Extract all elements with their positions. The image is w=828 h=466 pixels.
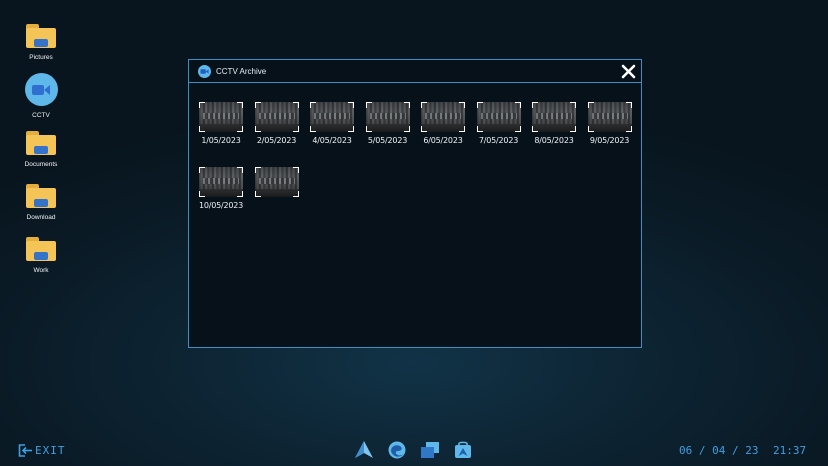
recording-thumbnail (587, 102, 632, 132)
exit-button[interactable]: EXIT (18, 444, 66, 457)
close-button[interactable] (619, 62, 637, 80)
taskbar-time: 21:37 (773, 444, 807, 457)
store-icon (455, 441, 471, 458)
recordings-grid: 1/05/2023 2/05/2023 4/05/2023 5/05/2023 (199, 102, 639, 210)
recording-date: 5/05/2023 (367, 136, 408, 145)
recording-date: 4/05/2023 (312, 136, 352, 145)
desktop-icon-documents[interactable]: Documents (18, 131, 64, 168)
window-title: CCTV Archive (216, 66, 267, 76)
recording-item[interactable]: 1/05/2023 (199, 102, 243, 145)
cctv-archive-window: CCTV Archive 1/05/2023 2/05/2023 4/05/20… (188, 59, 642, 348)
taskbar-date: 06 / 04 / 23 (679, 444, 759, 457)
app-launcher-button[interactable] (354, 440, 374, 460)
folder-icon (26, 184, 56, 208)
recording-thumbnail (476, 102, 521, 132)
recording-thumbnail (199, 167, 243, 197)
taskbar-apps (354, 440, 473, 460)
exit-icon (18, 444, 32, 457)
store-button[interactable] (453, 440, 473, 460)
folder-icon (26, 237, 56, 261)
recording-item[interactable]: 4/05/2023 (310, 102, 354, 145)
recording-thumbnail (310, 102, 354, 132)
recording-item[interactable]: 6/05/2023 (421, 102, 465, 145)
window-titlebar[interactable]: CCTV Archive (189, 60, 641, 83)
recording-date: 10/05/2023 (198, 201, 244, 210)
recording-thumbnail (254, 167, 299, 197)
folder-icon (26, 131, 56, 155)
app-launcher-icon (355, 441, 373, 458)
desktop-icon-pictures[interactable]: Pictures (18, 24, 64, 61)
recording-thumbnail (532, 102, 576, 132)
browser-button[interactable] (387, 440, 407, 460)
desktop-icon-work[interactable]: Work (18, 237, 64, 274)
recording-thumbnail (254, 102, 299, 132)
recording-item[interactable]: 7/05/2023 (476, 102, 521, 145)
recording-date: 9/05/2023 (589, 136, 630, 145)
recording-thumbnail (365, 102, 410, 132)
recording-item[interactable]: 2/05/2023 (254, 102, 299, 145)
desktop-icon-download[interactable]: Download (18, 184, 64, 221)
recording-date: 7/05/2023 (478, 136, 519, 145)
recording-item[interactable]: 9/05/2023 (587, 102, 632, 145)
desktop-icon-label: Download (26, 214, 56, 221)
recording-date: 1/05/2023 (201, 136, 241, 145)
exit-label: EXIT (35, 444, 66, 457)
recording-item[interactable]: 8/05/2023 (532, 102, 576, 145)
video-camera-icon (24, 73, 58, 106)
recording-item[interactable] (254, 167, 299, 210)
desktop-icon-label: Work (33, 267, 49, 274)
recording-thumbnail (199, 102, 243, 132)
desktop-icon-label: Documents (24, 161, 58, 168)
windows-button[interactable] (420, 440, 440, 460)
recording-date: 8/05/2023 (534, 136, 574, 145)
folder-icon (26, 24, 56, 48)
windows-icon (421, 442, 439, 458)
browser-icon (388, 441, 406, 459)
recording-date: 2/05/2023 (256, 136, 297, 145)
recording-item[interactable]: 5/05/2023 (365, 102, 410, 145)
recording-item[interactable]: 10/05/2023 (199, 167, 243, 210)
desktop-icon-label: CCTV (32, 112, 50, 119)
desktop-icon-cctv[interactable]: CCTV (18, 73, 64, 119)
recording-thumbnail (421, 102, 465, 132)
video-camera-icon (198, 64, 211, 78)
desktop-icon-label: Pictures (29, 54, 53, 61)
close-icon (621, 64, 635, 78)
recording-date: 6/05/2023 (423, 136, 463, 145)
